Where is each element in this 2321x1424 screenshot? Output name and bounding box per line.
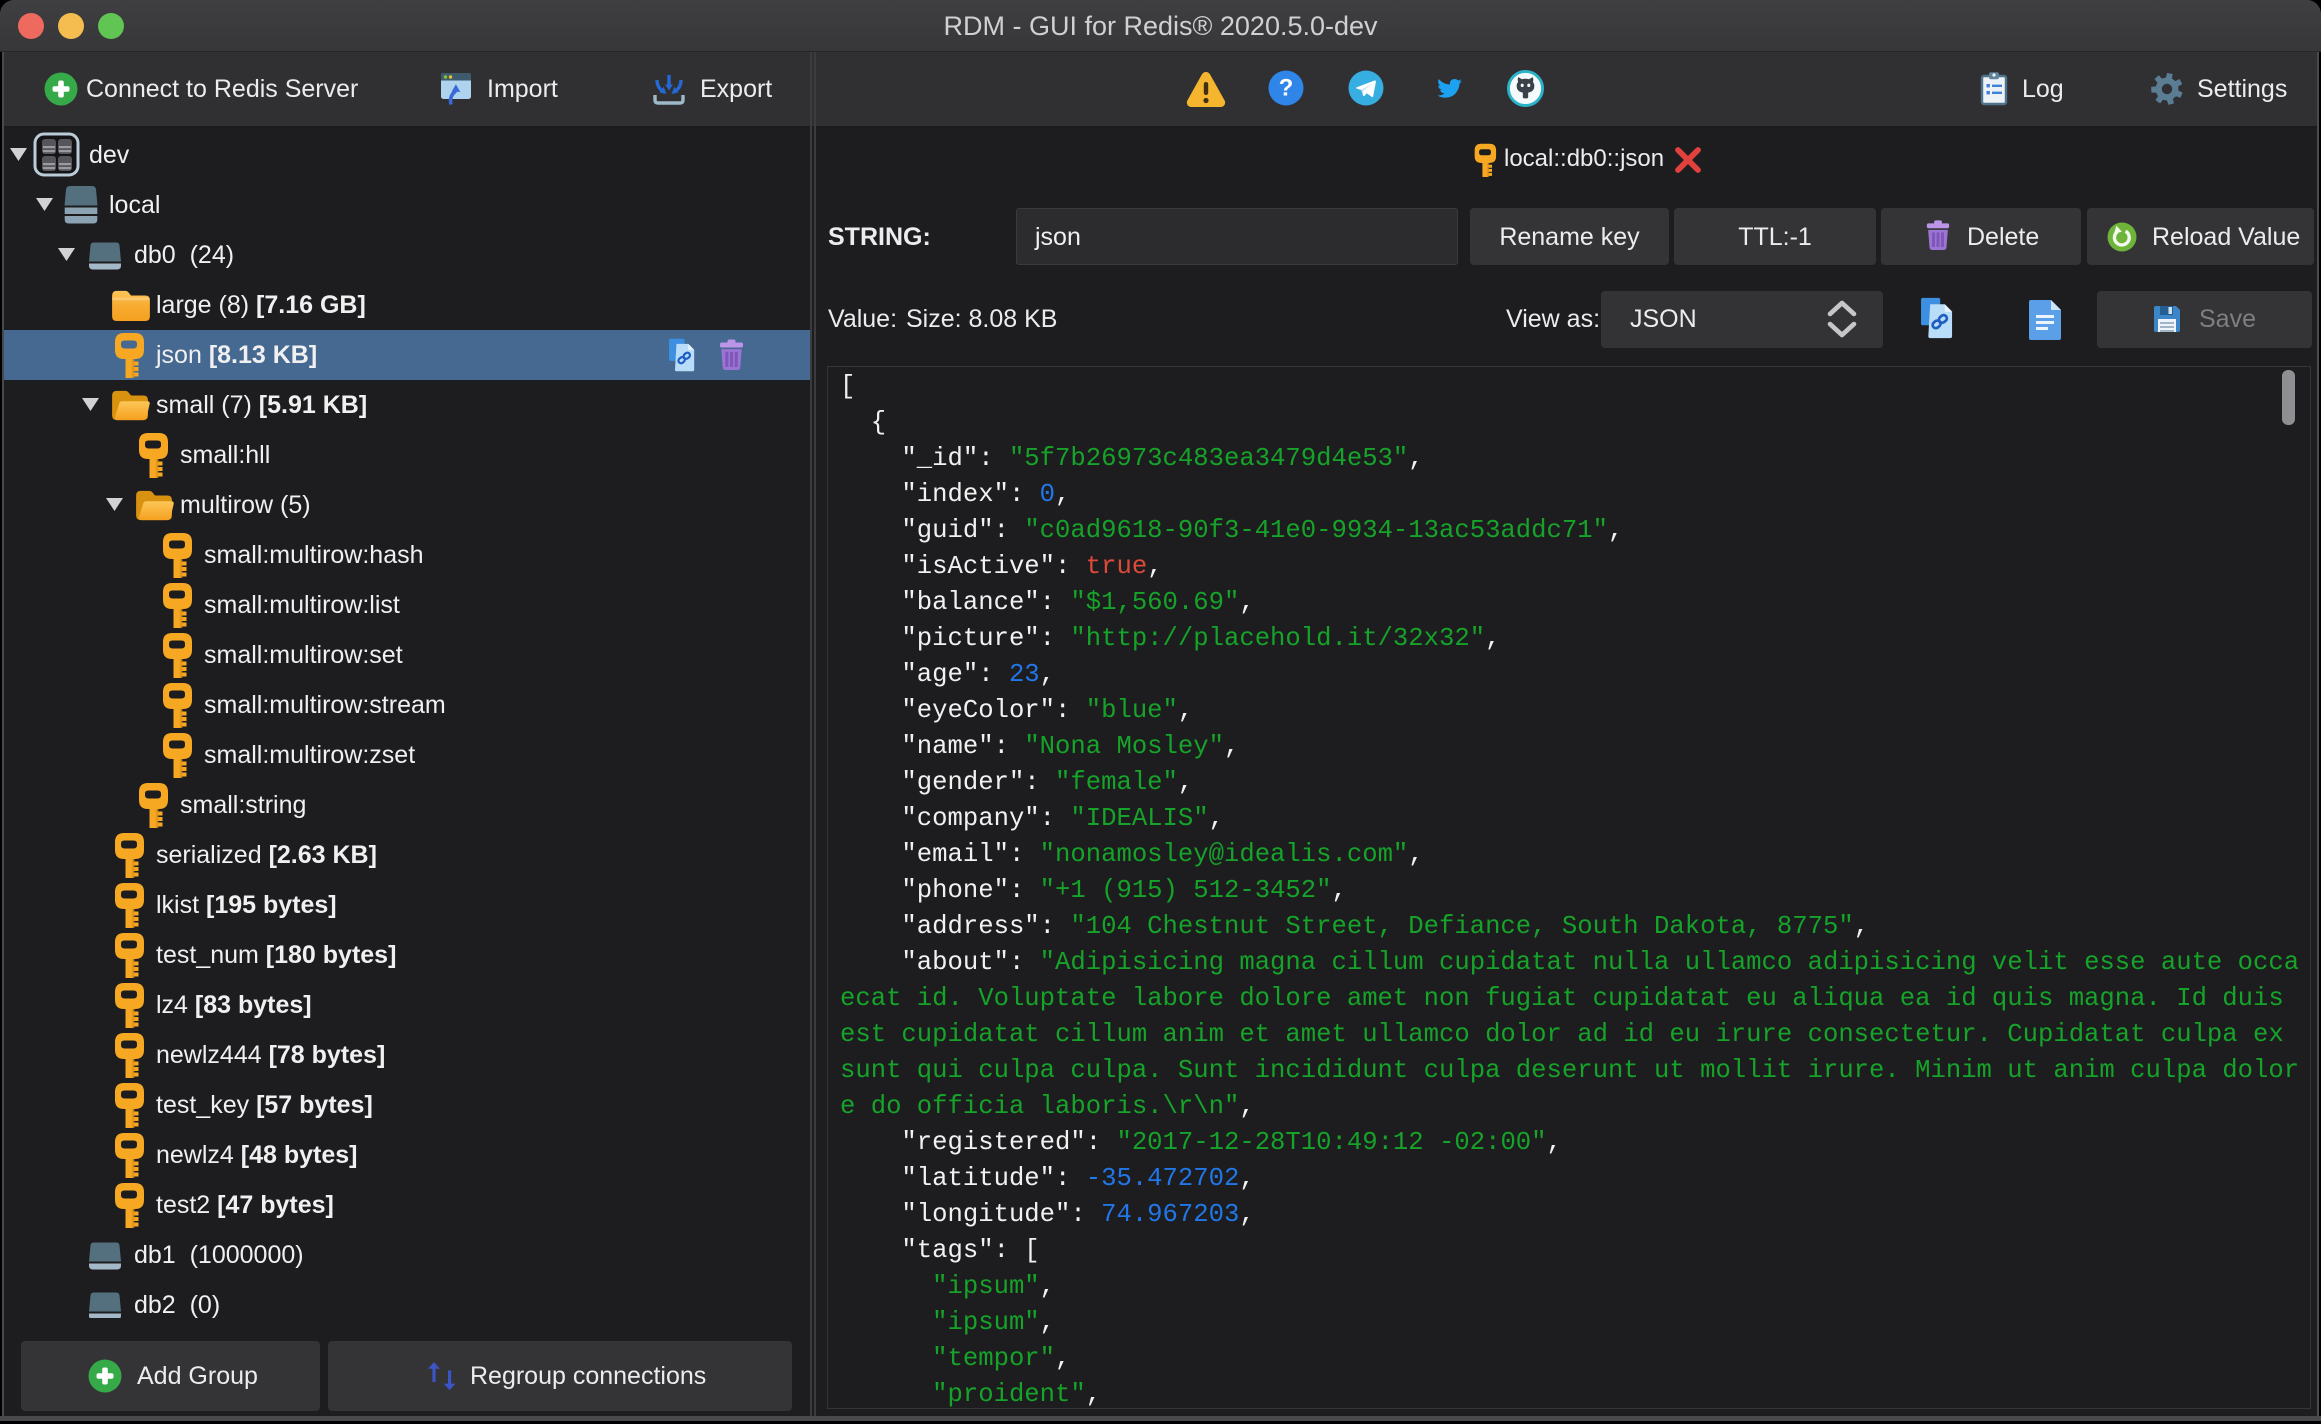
svg-text:?: ? <box>1279 75 1294 102</box>
